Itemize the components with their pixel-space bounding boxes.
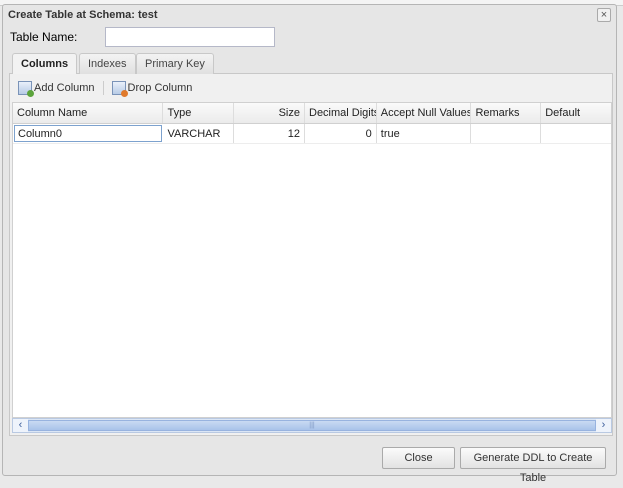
create-table-dialog: Create Table at Schema: test × Table Nam… — [2, 4, 617, 484]
cell-decimal-digits[interactable]: 0 — [305, 124, 377, 143]
drop-column-label: Drop Column — [127, 82, 193, 94]
scroll-thumb[interactable]: ||| — [28, 420, 596, 431]
scroll-left-icon[interactable]: ‹ — [13, 419, 28, 432]
header-column-name[interactable]: Column Name — [13, 103, 164, 123]
table-row[interactable]: Column0 VARCHAR 12 0 true — [13, 124, 611, 144]
columns-panel: Add Column Drop Column Column Name Type … — [9, 74, 613, 436]
columns-grid: Column Name Type Size Decimal Digits Acc… — [12, 102, 612, 418]
cell-remarks[interactable] — [471, 124, 542, 143]
dialog-title: Create Table at Schema: test — [8, 9, 158, 21]
tab-columns[interactable]: Columns — [12, 53, 78, 75]
cell-column-name-editor[interactable]: Column0 — [14, 125, 163, 142]
drop-column-icon — [111, 81, 128, 97]
header-remarks[interactable]: Remarks — [471, 103, 542, 123]
horizontal-scrollbar[interactable]: ‹ ||| › — [12, 418, 612, 433]
header-type[interactable]: Type — [163, 103, 235, 123]
header-default[interactable]: Default — [541, 103, 611, 123]
close-icon[interactable]: × — [597, 8, 611, 22]
drop-column-button[interactable]: Drop Column — [109, 81, 196, 97]
cell-default[interactable] — [541, 124, 611, 143]
toolbar-separator — [102, 81, 104, 95]
add-column-icon — [18, 81, 34, 97]
toolbar: Add Column Drop Column — [10, 74, 612, 102]
scroll-right-icon[interactable]: › — [596, 419, 611, 432]
table-name-label: Table Name: — [10, 30, 78, 44]
tab-indexes[interactable]: Indexes — [79, 53, 136, 74]
cell-size[interactable]: 12 — [234, 124, 305, 143]
add-column-label: Add Column — [34, 82, 95, 94]
grid-header: Column Name Type Size Decimal Digits Acc… — [13, 103, 611, 124]
cell-type[interactable]: VARCHAR — [163, 124, 235, 143]
tab-primary-key[interactable]: Primary Key — [136, 53, 214, 74]
header-size[interactable]: Size — [234, 103, 305, 123]
close-button[interactable]: Close — [382, 447, 455, 469]
header-accept-null[interactable]: Accept Null Values — [377, 103, 472, 123]
header-decimal-digits[interactable]: Decimal Digits — [305, 103, 377, 123]
generate-ddl-button[interactable]: Generate DDL to Create Table — [460, 447, 606, 484]
add-column-button[interactable]: Add Column — [15, 81, 98, 97]
table-name-input[interactable] — [105, 27, 275, 47]
tab-strip: Columns Indexes Primary Key — [9, 52, 613, 75]
cell-accept-null[interactable]: true — [377, 124, 472, 143]
